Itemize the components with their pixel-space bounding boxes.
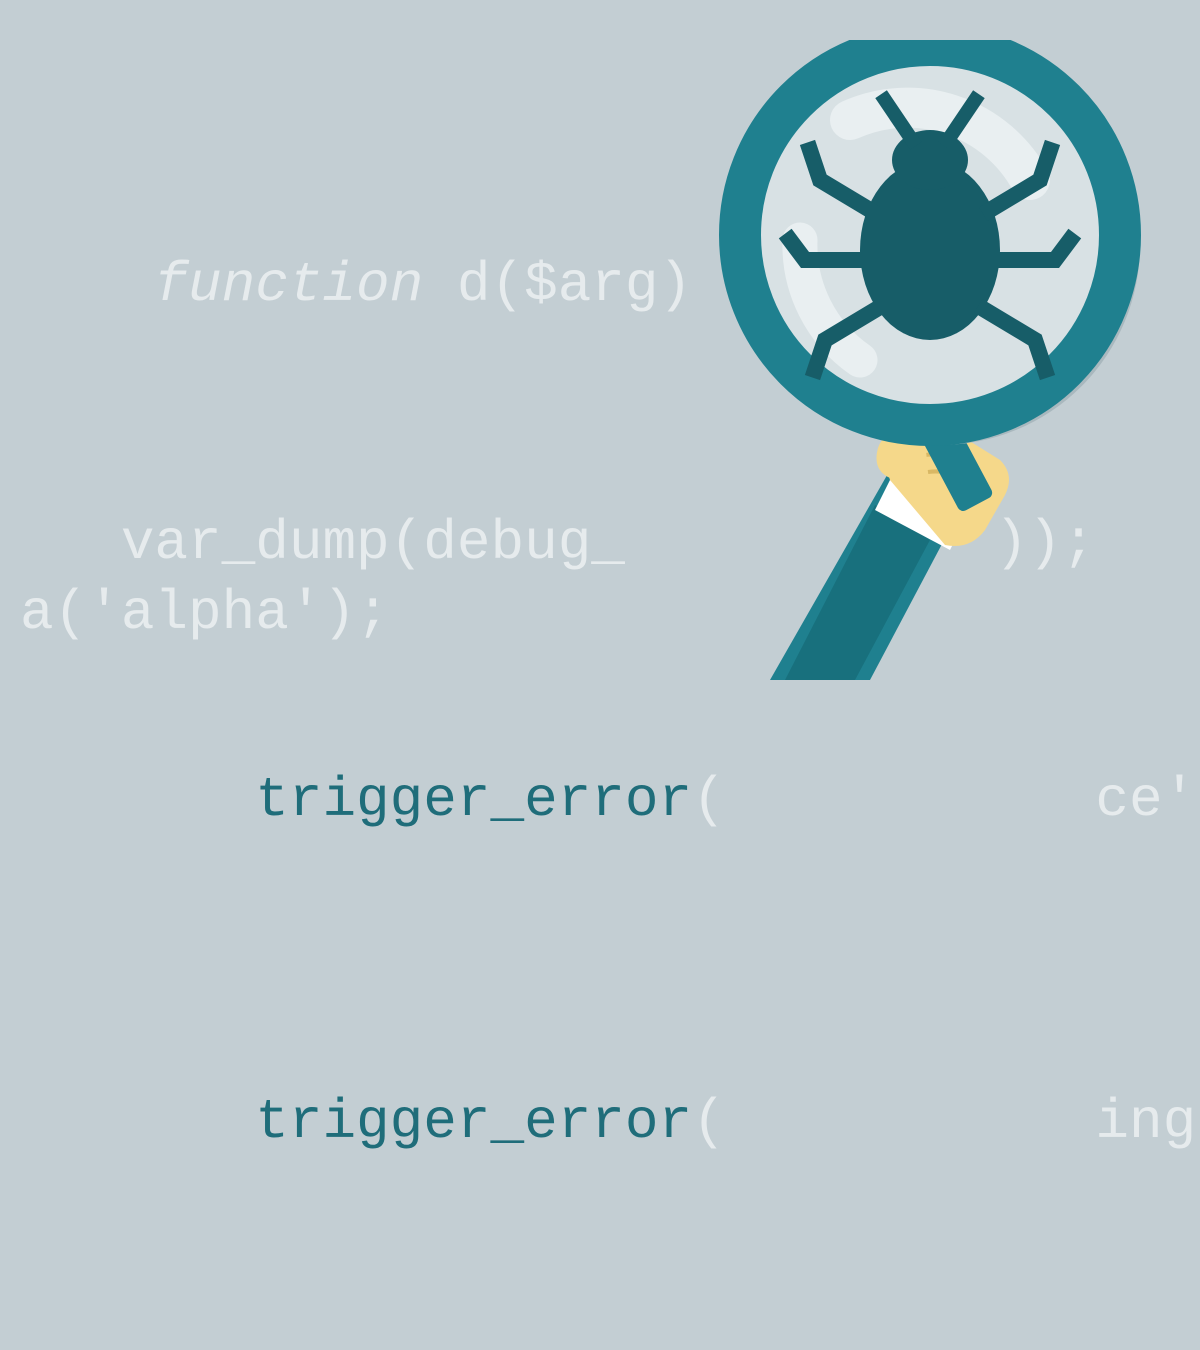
code-function-call: a('alpha'); xyxy=(20,581,390,645)
code-line2: var_dump(debug_ )); xyxy=(20,511,1200,575)
code-line1-rest: d($arg) { xyxy=(423,253,759,317)
code-line4-rest: ( ing xyxy=(692,1090,1196,1154)
code-snippet: function d($arg) { var_dump(debug_ )); t… xyxy=(20,60,1200,1350)
code-line3-rest: ( ce' xyxy=(692,768,1196,832)
code-trigger-error-1: trigger_error xyxy=(154,768,692,832)
code-keyword-function: function xyxy=(154,253,423,317)
code-trigger-error-2: trigger_error xyxy=(154,1090,692,1154)
